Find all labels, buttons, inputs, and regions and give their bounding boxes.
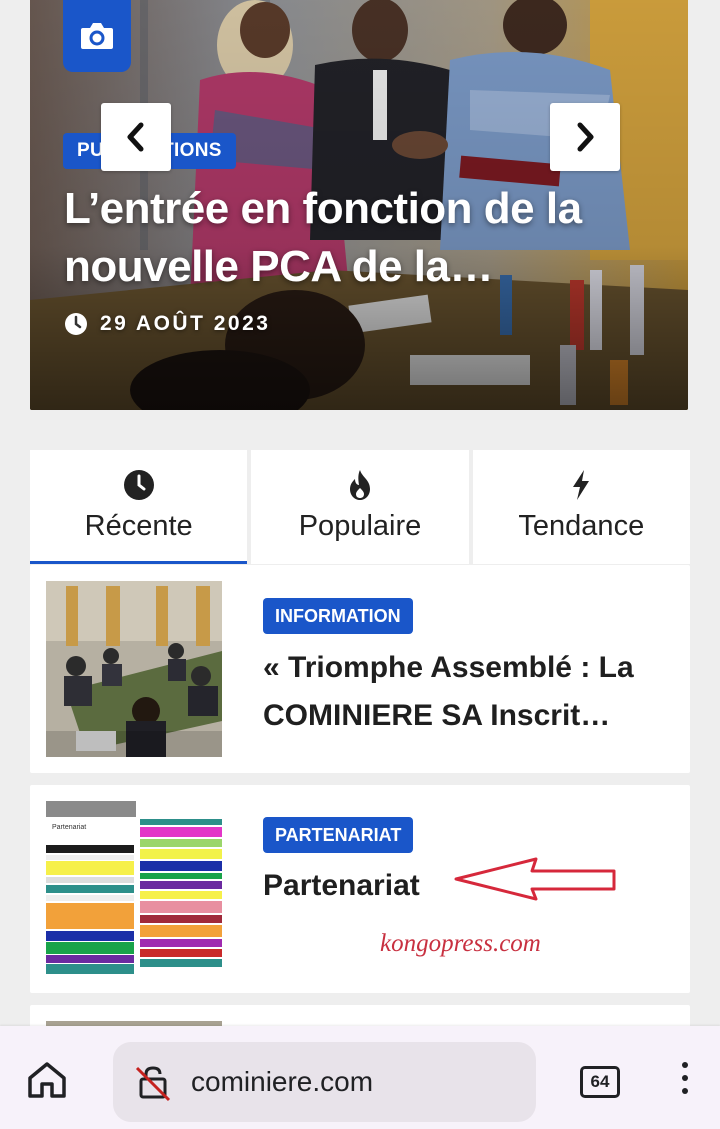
hero-slider[interactable]: PUBLICATIONS L’entrée en fonction de la …: [30, 0, 688, 410]
clock-icon: [123, 470, 154, 500]
post-thumbnail[interactable]: Partenariat: [46, 801, 222, 977]
chevron-left-icon: [127, 122, 144, 152]
slider-next-button[interactable]: [550, 103, 620, 171]
annotation-arrow: [454, 857, 616, 901]
post-thumbnail[interactable]: [46, 581, 222, 757]
post-title[interactable]: « Triomphe Assemblé : La COMINIERE SA In…: [263, 644, 673, 740]
tab-switcher-button[interactable]: 64: [580, 1066, 620, 1098]
tab-populaire[interactable]: Populaire: [251, 450, 469, 564]
gallery-badge: [63, 0, 131, 72]
hero-date: 29 AOÛT 2023: [64, 312, 270, 336]
post-tabs: Récente Populaire Tendance: [30, 450, 690, 564]
fire-icon: [349, 470, 370, 500]
clock-icon: [65, 313, 87, 335]
not-secure-lock-icon[interactable]: [133, 1062, 173, 1102]
post-category-badge[interactable]: PARTENARIAT: [263, 817, 414, 853]
url-text[interactable]: cominiere.com: [191, 1066, 373, 1098]
more-vert-icon[interactable]: [680, 1062, 690, 1094]
tab-label: Tendance: [518, 510, 645, 542]
watermark-text: kongopress.com: [380, 930, 541, 957]
home-button[interactable]: [26, 1060, 68, 1105]
partnership-table-image: Partenariat: [46, 801, 222, 977]
post-category-badge[interactable]: INFORMATION: [263, 598, 413, 634]
tab-tendance[interactable]: Tendance: [472, 450, 690, 564]
hero-date-text: 29 AOÛT 2023: [100, 312, 271, 335]
browser-toolbar: cominiere.com 64: [0, 1026, 720, 1129]
meeting-photo: [46, 581, 222, 757]
home-icon: [28, 1062, 66, 1098]
list-item[interactable]: Partenariat PARTENARIAT Partenariat kong…: [30, 785, 690, 993]
thumb-heading: Partenariat: [52, 824, 86, 831]
tab-label: Populaire: [298, 510, 422, 542]
bolt-icon: [573, 470, 590, 500]
tab-recente[interactable]: Récente: [30, 450, 248, 564]
list-item[interactable]: INFORMATION « Triomphe Assemblé : La COM…: [30, 565, 690, 773]
hero-article-title[interactable]: L’entrée en fonction de la nouvelle PCA …: [64, 180, 674, 296]
chevron-right-icon: [577, 122, 594, 152]
camera-icon: [81, 23, 113, 49]
address-bar[interactable]: cominiere.com: [113, 1042, 536, 1122]
slider-prev-button[interactable]: [101, 103, 171, 171]
tab-label: Récente: [84, 510, 193, 542]
